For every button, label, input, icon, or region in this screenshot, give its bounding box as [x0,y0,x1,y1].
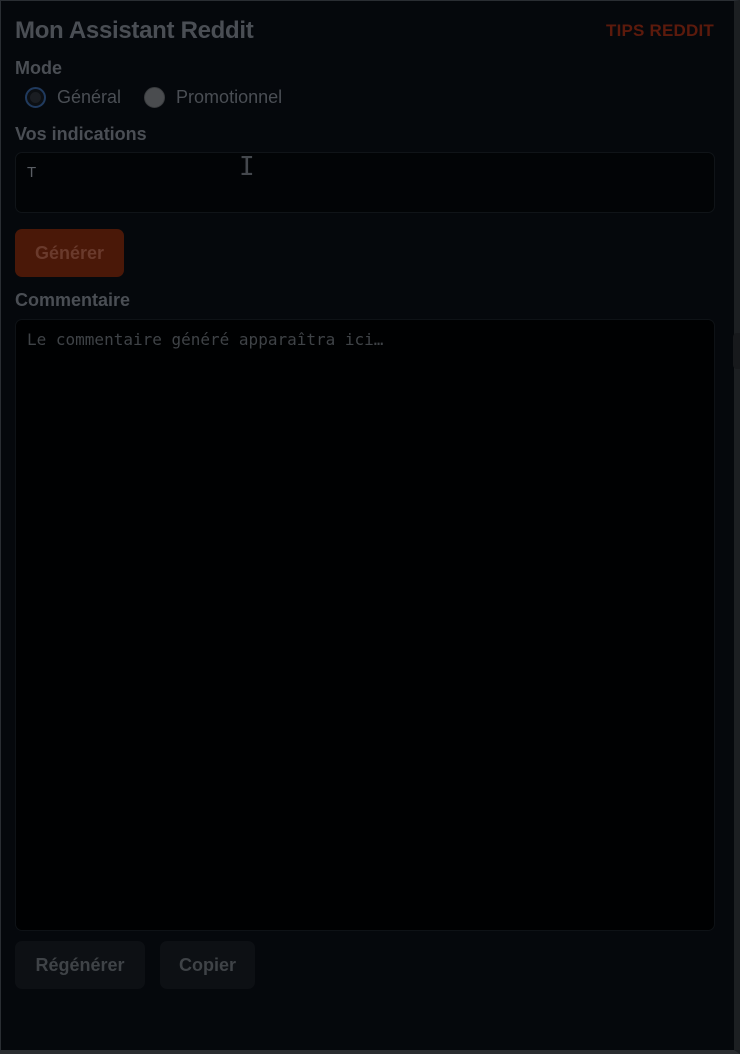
side-handle[interactable] [733,333,740,369]
mode-option-general-label: Général [57,87,122,107]
copy-button[interactable]: Copier [160,941,255,989]
mode-option-promotional-label: Promotionnel [176,87,283,107]
generate-button[interactable]: Générer [15,229,124,277]
regenerate-button[interactable]: Régénérer [15,941,145,989]
comment-label: Commentaire [15,290,131,310]
app-title: Mon Assistant Reddit [15,17,254,44]
radio-promotional[interactable] [144,87,166,108]
indications-input[interactable]: T [15,152,715,213]
mode-label: Mode [15,58,62,78]
mode-option-general[interactable]: Général [25,87,121,108]
assistant-panel: Mon Assistant Reddit TIPS REDDIT Mode Gé… [0,0,740,1054]
indications-label: Vos indications [15,124,147,144]
mode-option-promotional[interactable]: Promotionnel [144,87,282,108]
text-cursor-icon: I [239,152,255,182]
mode-radio-group: Général Promotionnel [25,87,305,108]
radio-general[interactable] [25,87,46,108]
comment-textarea[interactable]: Le commentaire généré apparaîtra ici… [15,319,715,931]
tips-reddit-link[interactable]: TIPS REDDIT [606,21,714,41]
